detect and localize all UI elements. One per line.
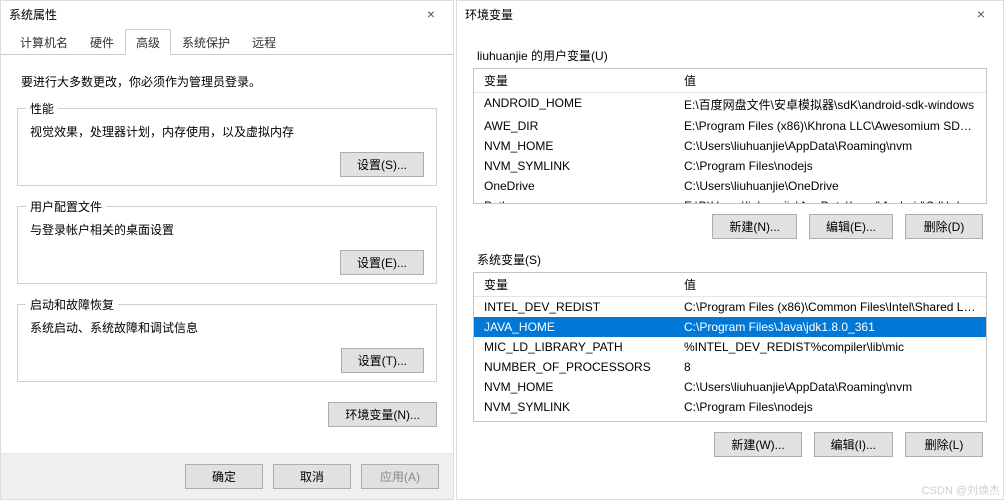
- var-name: AWE_DIR: [474, 116, 674, 136]
- list-item[interactable]: NUMBER_OF_PROCESSORS8: [474, 357, 986, 377]
- list-item[interactable]: NVM_SYMLINKC:\Program Files\nodejs: [474, 156, 986, 176]
- var-value: Windows_NT: [674, 417, 986, 422]
- list-item[interactable]: NVM_HOMEC:\Users\liuhuanjie\AppData\Roam…: [474, 136, 986, 156]
- tab-advanced[interactable]: 高级: [125, 29, 171, 55]
- delete-sys-var-button[interactable]: 删除(L): [905, 432, 983, 457]
- window-title: 环境变量: [465, 6, 513, 23]
- var-name: NVM_SYMLINK: [474, 156, 674, 176]
- group-desc: 与登录帐户相关的桌面设置: [30, 221, 424, 238]
- var-value: 8: [674, 357, 986, 377]
- col-variable: 变量: [474, 273, 674, 296]
- list-item[interactable]: OSWindows_NT: [474, 417, 986, 422]
- group-desc: 系统启动、系统故障和调试信息: [30, 319, 424, 336]
- group-legend: 性能: [26, 100, 58, 117]
- new-user-var-button[interactable]: 新建(N)...: [712, 214, 797, 239]
- tab-system-protection[interactable]: 系统保护: [171, 29, 241, 55]
- cancel-button[interactable]: 取消: [273, 464, 351, 489]
- var-value: C:\Program Files\nodejs: [674, 156, 986, 176]
- var-name: JAVA_HOME: [474, 317, 674, 337]
- delete-user-var-button[interactable]: 删除(D): [905, 214, 983, 239]
- col-value: 值: [674, 69, 986, 92]
- list-header: 变量 值: [474, 273, 986, 297]
- apply-button[interactable]: 应用(A): [361, 464, 439, 489]
- var-name: OneDrive: [474, 176, 674, 196]
- var-value: C:\Users\liuhuanjie\AppData\Roaming\nvm: [674, 377, 986, 397]
- list-item[interactable]: NVM_HOMEC:\Users\liuhuanjie\AppData\Roam…: [474, 377, 986, 397]
- environment-variables-button[interactable]: 环境变量(N)...: [328, 402, 437, 427]
- performance-group: 性能 视觉效果，处理器计划，内存使用，以及虚拟内存 设置(S)...: [17, 108, 437, 186]
- tab-remote[interactable]: 远程: [241, 29, 287, 55]
- tab-computer-name[interactable]: 计算机名: [9, 29, 79, 55]
- list-item[interactable]: MIC_LD_LIBRARY_PATH%INTEL_DEV_REDIST%com…: [474, 337, 986, 357]
- var-name: MIC_LD_LIBRARY_PATH: [474, 337, 674, 357]
- var-name: NVM_HOME: [474, 377, 674, 397]
- close-icon[interactable]: ×: [967, 6, 995, 22]
- edit-sys-var-button[interactable]: 编辑(I)...: [814, 432, 893, 457]
- titlebar: 环境变量 ×: [457, 1, 1003, 27]
- col-value: 值: [674, 273, 986, 296]
- var-value: C:\Program Files\Java\jdk1.8.0_361: [674, 317, 986, 337]
- var-value: C:\Users\liuhuanjie\OneDrive: [674, 176, 986, 196]
- list-item[interactable]: INTEL_DEV_REDISTC:\Program Files (x86)\C…: [474, 297, 986, 317]
- environment-variables-window: 环境变量 × liuhuanjie 的用户变量(U) 变量 值 ANDROID_…: [456, 0, 1004, 500]
- var-name: NVM_SYMLINK: [474, 397, 674, 417]
- profile-settings-button[interactable]: 设置(E)...: [340, 250, 424, 275]
- col-variable: 变量: [474, 69, 674, 92]
- list-item[interactable]: ANDROID_HOMEE:\百度网盘文件\安卓模拟器\sdK\android-…: [474, 93, 986, 116]
- window-title: 系统属性: [9, 6, 57, 23]
- group-legend: 用户配置文件: [26, 198, 106, 215]
- ok-button[interactable]: 确定: [185, 464, 263, 489]
- var-name: INTEL_DEV_REDIST: [474, 297, 674, 317]
- sys-vars-label: 系统变量(S): [477, 251, 987, 268]
- user-profile-group: 用户配置文件 与登录帐户相关的桌面设置 设置(E)...: [17, 206, 437, 284]
- admin-note: 要进行大多数更改，你必须作为管理员登录。: [21, 73, 437, 90]
- var-value: C:\Program Files\nodejs: [674, 397, 986, 417]
- tab-hardware[interactable]: 硬件: [79, 29, 125, 55]
- system-properties-window: 系统属性 × 计算机名 硬件 高级 系统保护 远程 要进行大多数更改，你必须作为…: [0, 0, 454, 500]
- var-name: Path: [474, 196, 674, 204]
- list-item[interactable]: NVM_SYMLINKC:\Program Files\nodejs: [474, 397, 986, 417]
- var-value: E:\百度网盘文件\安卓模拟器\sdK\android-sdk-windows: [674, 93, 986, 116]
- group-legend: 启动和故障恢复: [26, 296, 118, 313]
- list-item[interactable]: JAVA_HOMEC:\Program Files\Java\jdk1.8.0_…: [474, 317, 986, 337]
- sys-action-row: 新建(W)... 编辑(I)... 删除(L): [473, 432, 983, 457]
- body: 要进行大多数更改，你必须作为管理员登录。 性能 视觉效果，处理器计划，内存使用，…: [1, 55, 453, 453]
- tab-bar: 计算机名 硬件 高级 系统保护 远程: [1, 29, 453, 55]
- user-action-row: 新建(N)... 编辑(E)... 删除(D): [473, 214, 983, 239]
- list-item[interactable]: PathE:\D\Users\liuhuanjie\AppDate\Local\…: [474, 196, 986, 204]
- group-desc: 视觉效果，处理器计划，内存使用，以及虚拟内存: [30, 123, 424, 140]
- bottom-bar: 确定 取消 应用(A): [1, 453, 453, 499]
- new-sys-var-button[interactable]: 新建(W)...: [714, 432, 801, 457]
- var-value: %INTEL_DEV_REDIST%compiler\lib\mic: [674, 337, 986, 357]
- user-vars-list[interactable]: 变量 值 ANDROID_HOMEE:\百度网盘文件\安卓模拟器\sdK\and…: [473, 68, 987, 204]
- list-item[interactable]: AWE_DIRE:\Program Files (x86)\Khrona LLC…: [474, 116, 986, 136]
- var-value: C:\Users\liuhuanjie\AppData\Roaming\nvm: [674, 136, 986, 156]
- var-name: ANDROID_HOME: [474, 93, 674, 116]
- titlebar: 系统属性 ×: [1, 1, 453, 27]
- startup-recovery-group: 启动和故障恢复 系统启动、系统故障和调试信息 设置(T)...: [17, 304, 437, 382]
- startup-settings-button[interactable]: 设置(T)...: [341, 348, 424, 373]
- var-value: C:\Program Files (x86)\Common Files\Inte…: [674, 297, 986, 317]
- list-item[interactable]: OneDriveC:\Users\liuhuanjie\OneDrive: [474, 176, 986, 196]
- var-value: E:\Program Files (x86)\Khrona LLC\Awesom…: [674, 116, 986, 136]
- performance-settings-button[interactable]: 设置(S)...: [340, 152, 424, 177]
- user-vars-label: liuhuanjie 的用户变量(U): [477, 47, 987, 64]
- body: liuhuanjie 的用户变量(U) 变量 值 ANDROID_HOMEE:\…: [457, 27, 1003, 499]
- var-name: OS: [474, 417, 674, 422]
- system-vars-list[interactable]: 变量 值 INTEL_DEV_REDISTC:\Program Files (x…: [473, 272, 987, 422]
- close-icon[interactable]: ×: [417, 6, 445, 22]
- var-name: NUMBER_OF_PROCESSORS: [474, 357, 674, 377]
- var-value: E:\D\Users\liuhuanjie\AppDate\Local\Andr…: [674, 196, 986, 204]
- list-header: 变量 值: [474, 69, 986, 93]
- var-name: NVM_HOME: [474, 136, 674, 156]
- edit-user-var-button[interactable]: 编辑(E)...: [809, 214, 893, 239]
